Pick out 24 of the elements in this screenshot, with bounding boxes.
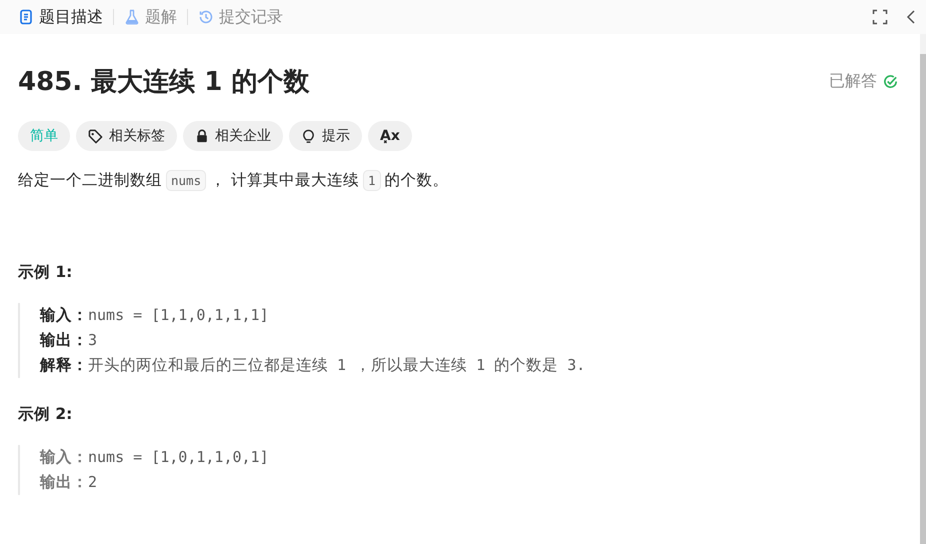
example-heading: 示例 1: [18, 262, 74, 283]
example-line: 输入：nums = [1,1,0,1,1,1] [40, 305, 270, 326]
lightbulb-icon [301, 128, 316, 144]
collapse-icon[interactable] [906, 9, 916, 25]
fullscreen-icon[interactable] [872, 9, 888, 25]
flask-icon [124, 9, 140, 25]
example-heading: 示例 2: [18, 404, 74, 425]
example-line: 输入：nums = [1,0,1,1,0,1] [40, 447, 270, 468]
problem-description: 给定一个二进制数组 nums ， 计算其中最大连续 1 的个数。 [18, 169, 450, 193]
document-icon [18, 9, 34, 25]
example-line: 输出：2 [40, 472, 98, 493]
problem-title: 485. 最大连续 1 的个数 [18, 66, 310, 99]
tag-icon [88, 128, 103, 144]
solved-status: 已解答 [829, 71, 877, 92]
tag-chip[interactable]: 提示 [289, 121, 362, 151]
tag-chip[interactable]: 相关企业 [183, 121, 283, 151]
example-line: 解释：开头的两位和最后的三位都是连续 1 ，所以最大连续 1 的个数是 3. [40, 355, 586, 376]
history-icon [198, 9, 214, 25]
scrollbar[interactable] [920, 34, 926, 544]
example-line: 输出：3 [40, 330, 98, 351]
tab[interactable]: 题目描述 [14, 6, 107, 28]
lock-icon [195, 129, 209, 143]
tag-chip[interactable]: 相关标签 [76, 121, 177, 151]
tag-chip[interactable]: A͓x [368, 121, 412, 151]
